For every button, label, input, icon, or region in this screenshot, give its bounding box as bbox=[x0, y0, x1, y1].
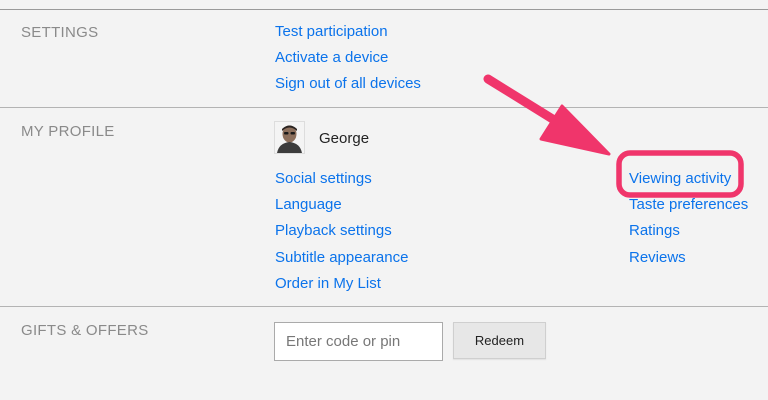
top-divider bbox=[0, 9, 768, 10]
ratings-link[interactable]: Ratings bbox=[629, 222, 680, 240]
my-profile-section-label: MY PROFILE bbox=[21, 123, 115, 140]
avatar[interactable] bbox=[275, 122, 304, 153]
sign-out-all-devices-link[interactable]: Sign out of all devices bbox=[275, 75, 421, 93]
profile-name: George bbox=[319, 130, 370, 147]
gift-code-input[interactable] bbox=[274, 322, 443, 361]
settings-section-label: SETTINGS bbox=[21, 24, 99, 41]
order-in-my-list-link[interactable]: Order in My List bbox=[275, 275, 381, 293]
reviews-link[interactable]: Reviews bbox=[629, 249, 686, 267]
avatar-image bbox=[275, 122, 304, 153]
gifts-offers-section-label: GIFTS & OFFERS bbox=[21, 322, 149, 339]
redeem-button[interactable]: Redeem bbox=[453, 322, 546, 359]
section-divider bbox=[0, 107, 768, 108]
taste-preferences-link[interactable]: Taste preferences bbox=[629, 196, 748, 214]
activate-device-link[interactable]: Activate a device bbox=[275, 49, 388, 67]
annotation-arrow-icon bbox=[483, 74, 611, 156]
section-divider bbox=[0, 306, 768, 307]
playback-settings-link[interactable]: Playback settings bbox=[275, 222, 392, 240]
test-participation-link[interactable]: Test participation bbox=[275, 23, 388, 41]
language-link[interactable]: Language bbox=[275, 196, 342, 214]
social-settings-link[interactable]: Social settings bbox=[275, 170, 372, 188]
subtitle-appearance-link[interactable]: Subtitle appearance bbox=[275, 249, 408, 267]
viewing-activity-link[interactable]: Viewing activity bbox=[629, 170, 731, 188]
